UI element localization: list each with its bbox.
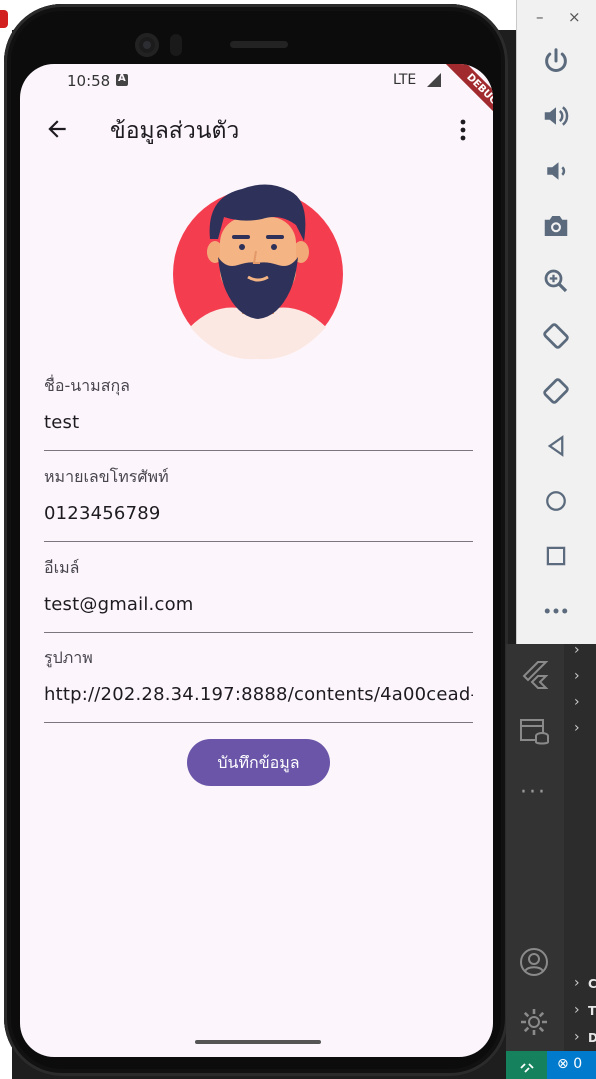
chevron-right-icon[interactable]: › bbox=[574, 720, 580, 736]
chevron-right-icon[interactable]: › bbox=[574, 642, 580, 658]
tree-section-label[interactable]: C bbox=[588, 977, 596, 991]
image-url-input[interactable]: http://202.28.34.197:8888/contents/4a00c… bbox=[44, 684, 473, 705]
close-button[interactable]: × bbox=[568, 8, 581, 26]
app-screen: 10:58 LTE DEBUG ข้อมูลส่วนตัว bbox=[20, 64, 493, 1057]
zoom-icon[interactable] bbox=[541, 266, 571, 296]
phone-frame: 10:58 LTE DEBUG ข้อมูลส่วนตัว bbox=[4, 4, 508, 1076]
page-title: ข้อมูลส่วนตัว bbox=[110, 118, 240, 144]
account-icon[interactable] bbox=[518, 946, 550, 978]
emulator-panel: – × bbox=[516, 0, 596, 645]
chevron-right-icon[interactable]: › bbox=[574, 668, 580, 684]
status-time: 10:58 bbox=[67, 72, 111, 90]
app-bar: ข้อมูลส่วนตัว bbox=[20, 104, 493, 160]
chevron-right-icon[interactable]: › bbox=[574, 694, 580, 710]
error-icon: ⊗ bbox=[557, 1056, 569, 1072]
database-icon[interactable] bbox=[518, 716, 550, 748]
email-label: อีเมล์ bbox=[44, 558, 80, 577]
volume-up-icon[interactable] bbox=[541, 101, 571, 131]
earpiece-speaker bbox=[230, 41, 288, 48]
ide-activity-bar bbox=[506, 644, 564, 1051]
overview-icon[interactable] bbox=[541, 541, 571, 571]
image-label: รูปภาพ bbox=[44, 648, 93, 667]
signal-icon bbox=[427, 73, 441, 87]
remote-icon bbox=[520, 1063, 534, 1073]
tree-section-label[interactable]: D bbox=[588, 1031, 596, 1045]
save-button[interactable]: บันทึกข้อมูล bbox=[187, 739, 330, 786]
name-input[interactable]: test bbox=[44, 412, 473, 433]
proximity-sensor bbox=[170, 34, 182, 56]
camera-icon[interactable] bbox=[541, 211, 571, 241]
settings-gear-icon[interactable] bbox=[518, 1006, 550, 1038]
field-underline bbox=[44, 541, 473, 542]
field-underline bbox=[44, 450, 473, 451]
chevron-right-icon[interactable]: › bbox=[574, 975, 580, 991]
field-underline bbox=[44, 632, 473, 633]
desktop-app-icon bbox=[0, 10, 8, 28]
minimize-button[interactable]: – bbox=[536, 8, 544, 26]
more-vert-icon[interactable] bbox=[456, 118, 470, 142]
error-count-value: 0 bbox=[573, 1056, 583, 1072]
email-input[interactable]: test@gmail.com bbox=[44, 594, 473, 615]
field-underline bbox=[44, 722, 473, 723]
more-icon[interactable]: ··· bbox=[520, 780, 547, 805]
arrow-back-icon[interactable] bbox=[44, 116, 70, 142]
front-camera bbox=[135, 33, 159, 57]
network-type: LTE bbox=[393, 72, 417, 88]
error-count[interactable]: ⊗ 0 bbox=[557, 1056, 582, 1072]
rotate-left-icon[interactable] bbox=[541, 321, 571, 351]
notification-icon bbox=[116, 73, 128, 86]
volume-down-icon[interactable] bbox=[541, 156, 571, 186]
phone-input[interactable]: 0123456789 bbox=[44, 503, 473, 524]
more-icon[interactable] bbox=[541, 596, 571, 626]
avatar[interactable] bbox=[170, 177, 345, 362]
tree-section-label[interactable]: T bbox=[588, 1004, 596, 1018]
remote-button[interactable] bbox=[506, 1051, 547, 1079]
gesture-bar[interactable] bbox=[195, 1040, 321, 1044]
back-icon[interactable] bbox=[541, 431, 571, 461]
flutter-icon[interactable] bbox=[518, 658, 550, 690]
status-bar: 10:58 LTE bbox=[20, 64, 493, 100]
name-label: ชื่อ-นามสกุล bbox=[44, 376, 130, 395]
chevron-right-icon[interactable]: › bbox=[574, 1002, 580, 1018]
chevron-right-icon[interactable]: › bbox=[574, 1029, 580, 1045]
home-icon[interactable] bbox=[541, 486, 571, 516]
rotate-right-icon[interactable] bbox=[541, 376, 571, 406]
power-icon[interactable] bbox=[541, 46, 571, 76]
phone-label: หมายเลขโทรศัพท์ bbox=[44, 467, 169, 486]
